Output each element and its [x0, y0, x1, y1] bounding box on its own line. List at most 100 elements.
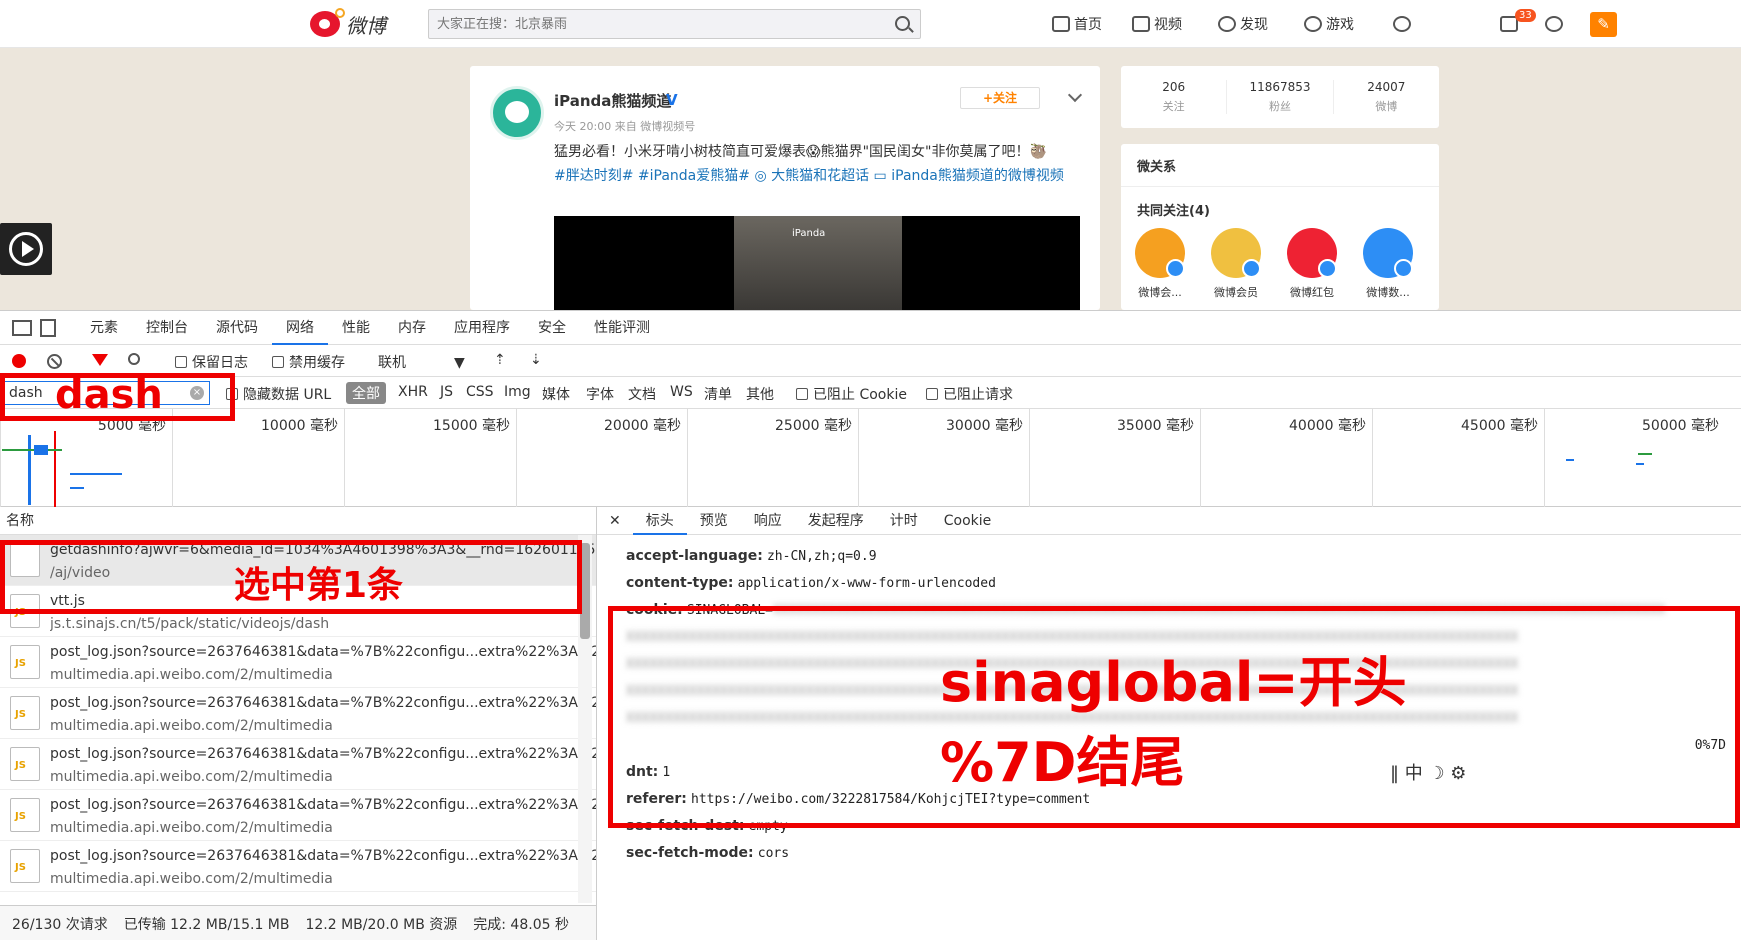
stat-following[interactable]: 206 关注: [1121, 80, 1228, 114]
hide-data-url-checkbox[interactable]: 隐藏数据 URL: [226, 384, 331, 404]
export-har-icon[interactable]: ⇣: [530, 352, 542, 368]
nav-discover[interactable]: 发现: [1218, 12, 1268, 36]
clear-icon[interactable]: [47, 354, 62, 369]
type-filter-font[interactable]: 字体: [586, 384, 614, 404]
profile-button[interactable]: [1393, 12, 1411, 36]
tab-application[interactable]: 应用程序: [440, 311, 524, 345]
request-count: 26/130 次请求: [12, 916, 108, 933]
search-box[interactable]: [428, 9, 921, 39]
post-tags[interactable]: #胖达时刻# #iPanda爱熊猫# ◎ 大熊猫和花超话 ▭ iPanda熊猫频…: [554, 164, 1084, 188]
record-icon[interactable]: [12, 354, 26, 368]
post-meta: 今天 20:00 来自 微博视频号: [554, 120, 696, 133]
tab-lighthouse[interactable]: 性能评测: [580, 311, 664, 345]
inspect-icon[interactable]: [12, 319, 32, 336]
floating-play-button[interactable]: [0, 223, 52, 275]
finish-time: 完成: 48.05 秒: [473, 916, 569, 933]
tab-elements[interactable]: 元素: [76, 311, 132, 345]
nav-video[interactable]: 视频: [1132, 12, 1182, 36]
feed-card: iPanda熊猫频道 V 今天 20:00 来自 微博视频号 猛男必看！小米牙啃…: [470, 66, 1100, 310]
common-follow-item[interactable]: 微博数...: [1361, 228, 1415, 300]
divider: [1121, 186, 1439, 187]
chevron-down-icon[interactable]: [1067, 87, 1083, 103]
blocked-requests-checkbox[interactable]: 已阻止请求: [926, 384, 1013, 404]
follow-button[interactable]: +关注: [960, 87, 1040, 109]
tab-initiator[interactable]: 发起程序: [795, 507, 877, 535]
tab-console[interactable]: 控制台: [132, 311, 202, 345]
compose-button[interactable]: ✎: [1590, 12, 1617, 37]
device-toggle-icon[interactable]: [40, 318, 56, 337]
search-icon[interactable]: [895, 16, 910, 31]
waterfall-bar: [1566, 459, 1574, 461]
common-follow-item[interactable]: 微博会...: [1133, 228, 1187, 300]
annotation-select-first: 选中第1条: [234, 565, 404, 606]
type-filter-all[interactable]: 全部: [346, 382, 386, 404]
devtools-tabs: 元素 控制台 源代码 网络 性能 内存 应用程序 安全 性能评测: [0, 311, 1741, 345]
waterfall-bar: [70, 473, 122, 475]
annotation-7d-end: %7D结尾: [940, 731, 1185, 794]
type-filter-css[interactable]: CSS: [466, 384, 494, 400]
type-filter-js[interactable]: JS: [440, 384, 453, 400]
stat-followers[interactable]: 11867853 粉丝: [1227, 80, 1334, 114]
search-input[interactable]: [429, 10, 869, 38]
common-follow-title: 共同关注(4): [1137, 204, 1210, 219]
gamepad-icon: [1304, 16, 1322, 32]
split-divider[interactable]: [596, 507, 597, 940]
tab-network[interactable]: 网络: [272, 311, 328, 345]
tab-response[interactable]: 响应: [741, 507, 795, 535]
timeline-tick: 40000 毫秒: [1200, 409, 1372, 507]
type-filter-doc[interactable]: 文档: [628, 384, 656, 404]
column-header-name[interactable]: 名称: [0, 507, 596, 535]
header-row: accept-language: zh-CN,zh;q=0.9: [626, 548, 877, 564]
tab-sources[interactable]: 源代码: [202, 311, 272, 345]
home-icon: [1052, 16, 1070, 32]
stat-posts[interactable]: 24007 微博: [1334, 80, 1439, 114]
chevron-down-icon: ▼: [454, 355, 465, 371]
type-filter-ws[interactable]: WS: [670, 384, 693, 400]
timeline-tick: 20000 毫秒: [516, 409, 687, 507]
settings-button[interactable]: [1545, 12, 1563, 36]
table-row[interactable]: post_log.json?source=2637646381&data=%7B…: [0, 739, 596, 790]
weibo-logo-icon: [310, 8, 345, 37]
logo-text: 微博: [346, 13, 386, 38]
checkbox-icon: [272, 356, 284, 368]
avatar: [1363, 228, 1413, 278]
common-follow-item[interactable]: 微博会员: [1209, 228, 1263, 300]
tab-memory[interactable]: 内存: [384, 311, 440, 345]
close-icon[interactable]: ✕: [597, 513, 633, 529]
common-follow-item[interactable]: 微博红包: [1285, 228, 1339, 300]
import-har-icon[interactable]: ⇡: [494, 352, 506, 368]
type-filter-xhr[interactable]: XHR: [398, 384, 428, 400]
throttle-select[interactable]: 联机 ▼: [378, 352, 465, 372]
timeline-tick: 10000 毫秒: [172, 409, 344, 507]
blocked-cookies-checkbox[interactable]: 已阻止 Cookie: [796, 384, 907, 404]
timeline-tick: 35000 毫秒: [1029, 409, 1200, 507]
type-filter-media[interactable]: 媒体: [542, 384, 570, 404]
waterfall-bar: [70, 487, 84, 489]
type-filter-manifest[interactable]: 清单: [704, 384, 732, 404]
type-filter-img[interactable]: Img: [504, 384, 531, 400]
search-icon[interactable]: [128, 353, 140, 365]
table-row[interactable]: post_log.json?source=2637646381&data=%7B…: [0, 688, 596, 739]
checkbox-icon: [175, 356, 187, 368]
nav-games[interactable]: 游戏: [1304, 12, 1354, 36]
table-row[interactable]: post_log.json?source=2637646381&data=%7B…: [0, 790, 596, 841]
post-username[interactable]: iPanda熊猫频道: [554, 90, 671, 111]
tab-performance[interactable]: 性能: [328, 311, 384, 345]
js-file-icon: [10, 747, 40, 781]
tab-cookies[interactable]: Cookie: [931, 507, 1005, 535]
tab-timing[interactable]: 计时: [877, 507, 931, 535]
table-row[interactable]: post_log.json?source=2637646381&data=%7B…: [0, 637, 596, 688]
nav-home[interactable]: 首页: [1052, 12, 1102, 36]
preserve-log-checkbox[interactable]: 保留日志: [175, 352, 248, 372]
avatar[interactable]: [490, 86, 544, 140]
tab-security[interactable]: 安全: [524, 311, 580, 345]
video-player[interactable]: iPanda: [554, 216, 1080, 310]
filter-icon[interactable]: [92, 354, 108, 366]
disable-cache-checkbox[interactable]: 禁用缓存: [272, 352, 345, 372]
tab-headers[interactable]: 标头: [632, 507, 687, 535]
table-row[interactable]: post_log.json?source=2637646381&data=%7B…: [0, 841, 596, 892]
weibo-logo[interactable]: 微博: [310, 8, 386, 40]
network-overview-timeline[interactable]: 5000 毫秒 10000 毫秒 15000 毫秒 20000 毫秒 25000…: [0, 409, 1741, 507]
tab-preview[interactable]: 预览: [687, 507, 741, 535]
type-filter-other[interactable]: 其他: [746, 384, 774, 404]
